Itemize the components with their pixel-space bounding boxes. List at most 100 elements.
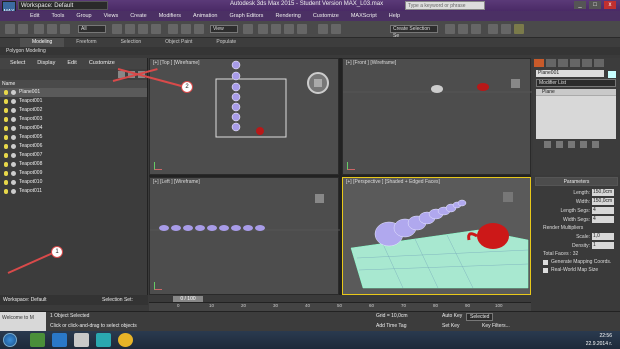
selection-filter[interactable]: All xyxy=(78,25,106,33)
motion-tab-icon[interactable] xyxy=(570,59,580,67)
list-item[interactable]: Teapot007 xyxy=(0,151,147,160)
make-unique-icon[interactable] xyxy=(568,141,575,148)
list-item[interactable]: Teapot008 xyxy=(0,160,147,169)
lightbulb-icon[interactable] xyxy=(4,180,8,185)
lightbulb-icon[interactable] xyxy=(4,162,8,167)
lightbulb-icon[interactable] xyxy=(4,90,8,95)
menu-views[interactable]: Views xyxy=(98,11,125,21)
time-slider-handle[interactable]: 0 / 100 xyxy=(173,296,203,302)
object-name-field[interactable]: Plane001 xyxy=(536,70,604,77)
width-field[interactable]: 150,0cm xyxy=(592,198,614,205)
menu-maxscript[interactable]: MAXScript xyxy=(345,11,383,21)
selection-set-label[interactable]: Selection Set: xyxy=(102,295,133,305)
angle-snap-icon[interactable] xyxy=(271,24,281,34)
object-color-swatch[interactable] xyxy=(608,71,616,78)
skype-icon[interactable] xyxy=(52,333,67,347)
configure-sets-icon[interactable] xyxy=(592,141,599,148)
width-segs-field[interactable]: 4 xyxy=(592,216,614,223)
pivot-icon[interactable] xyxy=(243,24,253,34)
render-setup-icon[interactable] xyxy=(488,24,498,34)
explorer-icon[interactable] xyxy=(74,333,89,347)
snap-icon[interactable] xyxy=(258,24,268,34)
density-field[interactable]: 1 xyxy=(592,242,614,249)
named-selection-sets[interactable]: Create Selection Se xyxy=(390,25,438,39)
real-world-map-checkbox[interactable]: Real-World Map Size xyxy=(533,266,620,274)
menu-tools[interactable]: Tools xyxy=(45,11,70,21)
tab-populate[interactable]: Populate xyxy=(204,38,248,47)
menu-rendering[interactable]: Rendering xyxy=(269,11,306,21)
maxscript-listener[interactable]: Welcome to M xyxy=(0,312,46,332)
generate-mapping-checkbox[interactable]: Generate Mapping Coords. xyxy=(533,258,620,266)
explorer-menu-edit[interactable]: Edit xyxy=(61,58,82,69)
material-editor-icon[interactable] xyxy=(471,24,481,34)
system-clock[interactable]: 22:56 22.9.2014 г. xyxy=(586,332,612,348)
menu-edit[interactable]: Edit xyxy=(24,11,45,21)
redo-icon[interactable] xyxy=(18,24,28,34)
align-icon[interactable] xyxy=(331,24,341,34)
list-item[interactable]: Teapot009 xyxy=(0,169,147,178)
tab-selection[interactable]: Selection xyxy=(109,38,154,47)
scale-icon[interactable] xyxy=(194,24,204,34)
tab-freeform[interactable]: Freeform xyxy=(64,38,108,47)
display-tab-icon[interactable] xyxy=(582,59,592,67)
curve-editor-icon[interactable] xyxy=(445,24,455,34)
reference-coord-dropdown[interactable]: View xyxy=(210,25,238,33)
length-segs-field[interactable]: 4 xyxy=(592,207,614,214)
list-item[interactable]: Teapot003 xyxy=(0,115,147,124)
checkbox-icon[interactable] xyxy=(543,259,548,265)
show-end-result-icon[interactable] xyxy=(556,141,563,148)
menu-create[interactable]: Create xyxy=(124,11,153,21)
lightbulb-icon[interactable] xyxy=(4,126,8,131)
minimize-button[interactable]: _ xyxy=(574,1,586,9)
window-crossing-icon[interactable] xyxy=(151,24,161,34)
lightbulb-icon[interactable] xyxy=(4,144,8,149)
explorer-menu-customize[interactable]: Customize xyxy=(83,58,121,69)
bind-icon[interactable] xyxy=(60,24,70,34)
mirror-icon[interactable] xyxy=(318,24,328,34)
add-time-tag-button[interactable]: Add Time Tag xyxy=(376,323,406,329)
list-item[interactable]: Teapot005 xyxy=(0,133,147,142)
menu-help[interactable]: Help xyxy=(383,11,406,21)
timeline-ruler[interactable]: 0 10 20 30 40 50 60 70 80 90 100 xyxy=(149,303,531,311)
list-item[interactable]: Teapot006 xyxy=(0,142,147,151)
tab-modeling[interactable]: Modeling xyxy=(20,38,65,47)
workspace-footer-dropdown[interactable]: Workspace: Default xyxy=(3,297,47,303)
parameters-header[interactable]: Parameters xyxy=(535,177,618,186)
undo-icon[interactable] xyxy=(5,24,15,34)
lightbulb-icon[interactable] xyxy=(4,153,8,158)
link-icon[interactable] xyxy=(34,24,44,34)
list-item[interactable]: Teapot002 xyxy=(0,106,147,115)
create-tab-icon[interactable] xyxy=(534,59,544,67)
scale-field[interactable]: 1,0 xyxy=(592,233,614,240)
list-item[interactable]: Teapot010 xyxy=(0,178,147,187)
menu-group[interactable]: Group xyxy=(70,11,97,21)
start-button[interactable] xyxy=(3,333,17,347)
percent-snap-icon[interactable] xyxy=(284,24,294,34)
pin-stack-icon[interactable] xyxy=(544,141,551,148)
menu-modifiers[interactable]: Modifiers xyxy=(153,11,187,21)
length-field[interactable]: 150,0cm xyxy=(592,189,614,196)
viewport-top[interactable]: [+] [Top ] [Wireframe] xyxy=(149,58,339,175)
taskbar-app-icon[interactable] xyxy=(30,333,45,347)
rect-select-icon[interactable] xyxy=(138,24,148,34)
select-by-name-icon[interactable] xyxy=(125,24,135,34)
list-item[interactable]: Plane001 xyxy=(0,88,147,97)
stack-item[interactable]: Plane xyxy=(536,89,616,96)
explorer-menu-display[interactable]: Display xyxy=(31,58,61,69)
list-item[interactable]: Teapot004 xyxy=(0,124,147,133)
viewport-front[interactable]: [+] [Front ] [Wireframe] xyxy=(342,58,532,175)
menu-animation[interactable]: Animation xyxy=(187,11,223,21)
rotate-icon[interactable] xyxy=(181,24,191,34)
ribbon-subtitle[interactable]: Polygon Modeling xyxy=(0,47,620,55)
workspace-dropdown[interactable]: Workspace: Default xyxy=(18,1,108,10)
move-icon[interactable] xyxy=(168,24,178,34)
close-button[interactable]: x xyxy=(604,1,616,9)
menu-customize[interactable]: Customize xyxy=(307,11,345,21)
select-icon[interactable] xyxy=(112,24,122,34)
key-filters-button[interactable]: Key Filters... xyxy=(482,323,510,329)
lightbulb-icon[interactable] xyxy=(4,189,8,194)
key-mode-dropdown[interactable]: Selected xyxy=(466,313,494,321)
explorer-menu-select[interactable]: Select xyxy=(4,58,31,69)
set-key-button[interactable]: Set Key xyxy=(442,323,460,329)
spinner-snap-icon[interactable] xyxy=(297,24,307,34)
